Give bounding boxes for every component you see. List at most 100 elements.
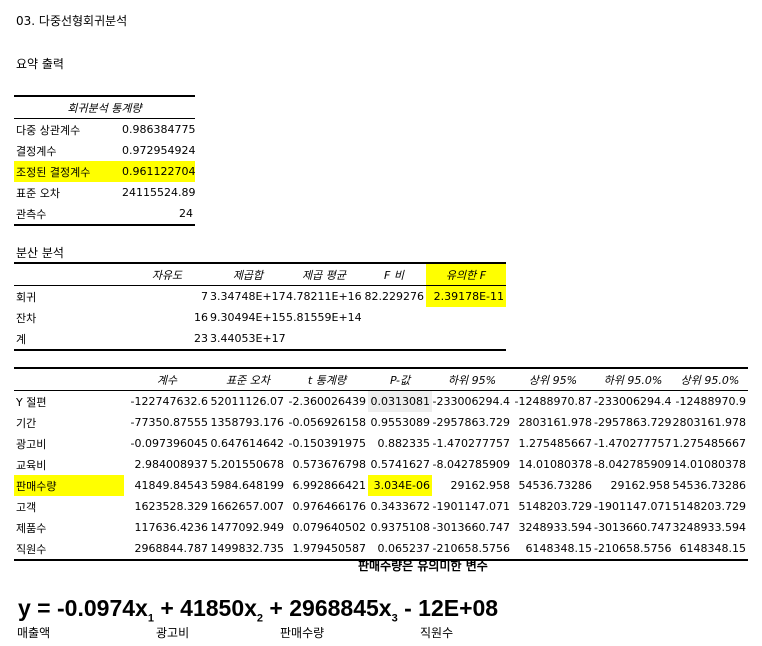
coef-cell: 1662657.007 [210,500,284,513]
coef-cell: 3.034E-06 [368,475,432,496]
anova-header-significance-f: 유의한 F [426,262,506,286]
equation-term-3: + 2968845x [263,595,392,621]
anova-cell: 3.34748E+17 [210,290,286,303]
stats-row: 관측수 24 [14,203,195,226]
stats-label: 관측수 [14,203,122,226]
anova-header: 제곱합 [210,262,286,286]
regression-stats-table: 회귀분석 통계량 다중 상관계수 0.986384775 결정계수 0.9729… [14,95,195,226]
coef-cell: 0.882335 [377,437,431,450]
coef-cell: 3248933.594 [518,521,592,534]
coef-cell: 0.079640502 [292,521,366,534]
coef-cell: 0.9375108 [370,521,431,534]
table-row: 계 23 3.44053E+17 [14,328,506,351]
stats-row: 조정된 결정계수 0.961122704 [14,161,195,182]
coef-cell: -0.097396045 [130,437,208,450]
coef-cell: -77350.87555 [130,416,208,429]
coef-cell: -1901147.071 [594,500,672,513]
summary-heading: 요약 출력 [16,57,64,71]
stats-label: 결정계수 [16,144,57,158]
coef-cell: 1.275485667 [518,437,592,450]
table-row: 광고비 -0.097396045 0.647614642 -0.150391975 0.… [14,433,748,454]
coef-cell: -0.150391975 [288,437,366,450]
stats-label: 표준 오차 [16,186,60,200]
anova-header: F 비 [362,262,426,286]
coef-header-blank [14,367,124,391]
coef-cell: -3013660.747 [594,521,672,534]
coef-cell: -210658.5756 [594,538,672,561]
table-row: 기간 -77350.87555 1358793.176 -0.056926158 0.9… [14,412,748,433]
coef-cell: -233006294.4 [594,395,672,408]
anova-cell [362,307,426,328]
coef-row-label: 기간 [16,416,37,430]
coef-cell: 5148203.729 [518,500,592,513]
coef-cell: -8.042785909 [432,458,510,471]
coef-header: 계수 [124,367,210,391]
anova-cell: 23 [124,328,210,351]
table-row: 고객 1623528.329 1662657.007 0.976466176 0.343… [14,496,748,517]
coef-cell: -0.056926158 [288,416,366,429]
coef-cell: 1.979450587 [286,538,368,561]
coef-cell: 1358793.176 [210,416,284,429]
coef-cell: 3248933.594 [672,521,746,534]
coef-cell: 2968844.787 [124,538,210,561]
coef-cell: 14.01080378 [518,458,592,471]
anova-cell: 7 [201,290,208,303]
coef-cell: 29162.958 [450,479,511,492]
coef-cell: 0.573676798 [292,458,366,471]
coef-cell: 1477092.949 [210,521,284,534]
coef-cell: -12488970.87 [514,395,592,408]
anova-header: 제곱 평균 [286,262,362,286]
coef-row-label: 판매수량 [14,475,124,496]
coef-cell: 0.976466176 [292,500,366,513]
coef-cell: 54536.73286 [518,479,592,492]
table-row: Y 절편 -122747632.6 52011126.07 -2.360026439 0… [14,390,748,412]
anova-header: 자유도 [124,262,210,286]
stats-label: 다중 상관계수 [16,123,81,137]
anova-cell: 9.30494E+15 [210,311,286,324]
coef-header: 하위 95.0% [594,367,672,391]
coef-cell: -1.470277757 [594,437,672,450]
coef-cell: 1.275485667 [672,437,746,450]
anova-cell [426,328,506,351]
coef-cell: 54536.73286 [672,479,746,492]
coef-header: 표준 오차 [210,367,286,391]
anova-cell: 5.81559E+14 [286,311,362,324]
coef-cell: -12488970.9 [675,395,746,408]
stats-label: 조정된 결정계수 [14,161,122,182]
stats-row: 다중 상관계수 0.986384775 [14,119,195,141]
coef-cell: -233006294.4 [432,395,510,408]
coef-cell: 6148348.15 [672,538,748,561]
coef-cell: 6148348.15 [512,538,594,561]
anova-header-blank [14,262,124,286]
equation-label-sales-volume: 판매수량 [280,626,325,640]
coef-row-label: 광고비 [16,437,47,451]
coef-cell: 14.01080378 [672,458,746,471]
coef-cell: 0.3433672 [370,500,431,513]
coef-cell: -3013660.747 [432,521,510,534]
stats-value: 0.961122704 [122,161,195,182]
table-row: 판매수량 41849.84543 5984.648199 6.992866421 3.0… [14,475,748,496]
equation-term-4: - 12E+08 [397,595,499,621]
coef-cell: 1499832.735 [210,538,286,561]
equation-label-employees: 직원수 [420,626,454,640]
coef-cell: 2803161.978 [672,416,746,429]
coef-cell: -8.042785909 [594,458,672,471]
anova-row-label: 회귀 [16,290,37,304]
coef-row-label: 직원수 [14,538,124,561]
page-title: 03. 다중선형회귀분석 [16,14,128,28]
coef-cell: -1.470277757 [432,437,510,450]
coef-cell: 2.984008937 [134,458,208,471]
coef-cell: 0.0313081 [368,390,432,412]
coef-cell: 52011126.07 [210,395,284,408]
anova-cell [362,328,426,351]
stats-row: 결정계수 0.972954924 [14,140,195,161]
coef-cell: -2.360026439 [288,395,366,408]
anova-row-label: 잔차 [16,311,37,325]
stats-value: 24115524.89 [122,186,195,199]
table-row: 제품수 117636.4236 1477092.949 0.079640502 0.93… [14,517,748,538]
coef-cell: -1901147.071 [432,500,510,513]
stats-value: 24 [122,203,195,226]
coef-row-label: 고객 [16,500,37,514]
coef-cell: 41849.84543 [134,479,208,492]
anova-cell: 3.44053E+17 [210,328,286,351]
